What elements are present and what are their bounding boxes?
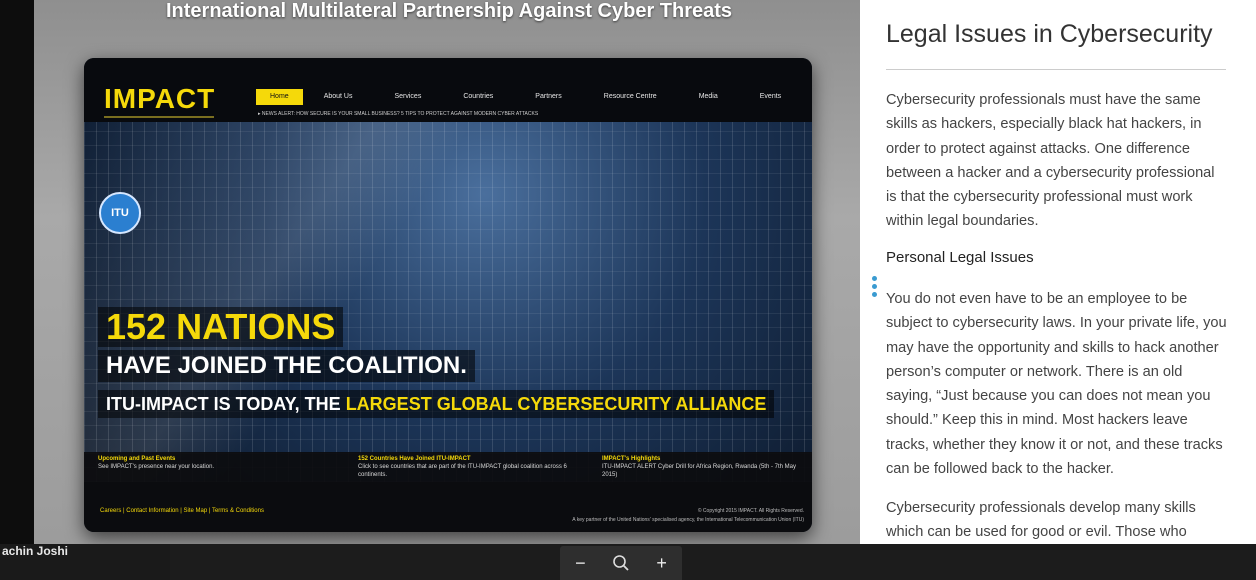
news-alert: ▸ NEWS ALERT: HOW SECURE IS YOUR SMALL B… — [258, 111, 539, 117]
participant-panel: achin Joshi — [0, 544, 170, 580]
paragraph-personal: You do not even have to be an employee t… — [886, 291, 1227, 478]
footer-col-title: Upcoming and Past Events — [98, 456, 176, 462]
logo-underline — [104, 116, 214, 118]
website-screenshot: IMPACT Home About Us Services Countries … — [84, 58, 812, 532]
footer-col-highlights: IMPACT's Highlights ITU-IMPACT ALERT Cyb… — [602, 455, 812, 479]
hero-banner: ITU 152 NATIONS HAVE JOINED THE COALITIO… — [84, 122, 812, 482]
footer-col-title: IMPACT's Highlights — [602, 456, 661, 462]
section-subheading: Personal Legal Issues — [886, 249, 1034, 266]
zoom-out-button[interactable]: − — [562, 546, 598, 580]
handle-dot — [872, 284, 877, 289]
headline-coalition: HAVE JOINED THE COALITION. — [98, 350, 475, 382]
zoom-reset-button[interactable] — [603, 546, 639, 580]
paragraph-intro: Cybersecurity professionals must have th… — [886, 92, 1215, 230]
nav-item-services: Services — [394, 93, 422, 100]
participant-name: achin Joshi — [2, 544, 69, 558]
nav-item-media: Media — [698, 93, 718, 100]
left-gutter — [0, 0, 34, 544]
slide-title: International Multilateral Partnership A… — [166, 0, 733, 22]
magnifier-icon — [613, 555, 629, 571]
nav-item-resource: Resource Centre — [603, 93, 657, 100]
site-footer: Upcoming and Past Events See IMPACT's pr… — [84, 452, 812, 532]
footer-col-events: Upcoming and Past Events See IMPACT's pr… — [98, 455, 308, 471]
nav-item-partners: Partners — [535, 93, 562, 100]
panel-resize-handle[interactable] — [872, 276, 878, 300]
headline-alliance-prefix: ITU-IMPACT IS TODAY, THE — [106, 394, 346, 414]
footer-legal: © Copyright 2015 IMPACT. All Rights Rese… — [504, 507, 804, 525]
headline-alliance: ITU-IMPACT IS TODAY, THE LARGEST GLOBAL … — [98, 390, 775, 418]
footer-col-text: ITU-IMPACT ALERT Cyber Drill for Africa … — [602, 464, 796, 478]
content-panel[interactable]: Legal Issues in Cybersecurity Cybersecur… — [860, 0, 1256, 544]
headline-nations: 152 NATIONS — [98, 307, 344, 347]
slide-image: International Multilateral Partnership A… — [34, 0, 860, 544]
footer-col-title: 152 Countries Have Joined ITU-IMPACT — [358, 456, 471, 462]
headline-alliance-highlight: LARGEST GLOBAL CYBERSECURITY ALLIANCE — [345, 394, 767, 414]
presentation-stage: International Multilateral Partnership A… — [0, 0, 1256, 544]
handle-dot — [872, 292, 877, 297]
zoom-in-button[interactable]: + — [644, 546, 680, 580]
nav-item-events: Events — [759, 93, 782, 100]
bottom-toolbar: achin Joshi − + — [0, 544, 1256, 580]
title-divider — [886, 69, 1226, 70]
impact-logo: IMPACT — [104, 83, 216, 114]
copyright: © Copyright 2015 IMPACT. All Rights Rese… — [697, 508, 804, 514]
partner-note: A key partner of the United Nations' spe… — [572, 517, 804, 523]
nav-item-about: About Us — [323, 93, 353, 100]
paragraph-skills: Cybersecurity professionals develop many… — [886, 500, 1196, 541]
site-header: IMPACT Home About Us Services Countries … — [84, 58, 812, 122]
nav-item-home: Home — [256, 89, 303, 105]
panel-title: Legal Issues in Cybersecurity — [886, 20, 1213, 48]
footer-links: Careers | Contact Information | Site Map… — [100, 508, 264, 514]
handle-dot — [872, 276, 877, 281]
itu-logo: ITU — [99, 192, 141, 234]
footer-col-text: Click to see countries that are part of … — [358, 464, 567, 478]
nav-item-countries: Countries — [463, 93, 494, 100]
footer-col-text: See IMPACT's presence near your location… — [98, 464, 215, 470]
site-nav: Home About Us Services Countries Partner… — [256, 89, 802, 105]
footer-col-countries: 152 Countries Have Joined ITU-IMPACT Cli… — [358, 455, 568, 479]
zoom-controls: − + — [560, 546, 682, 580]
